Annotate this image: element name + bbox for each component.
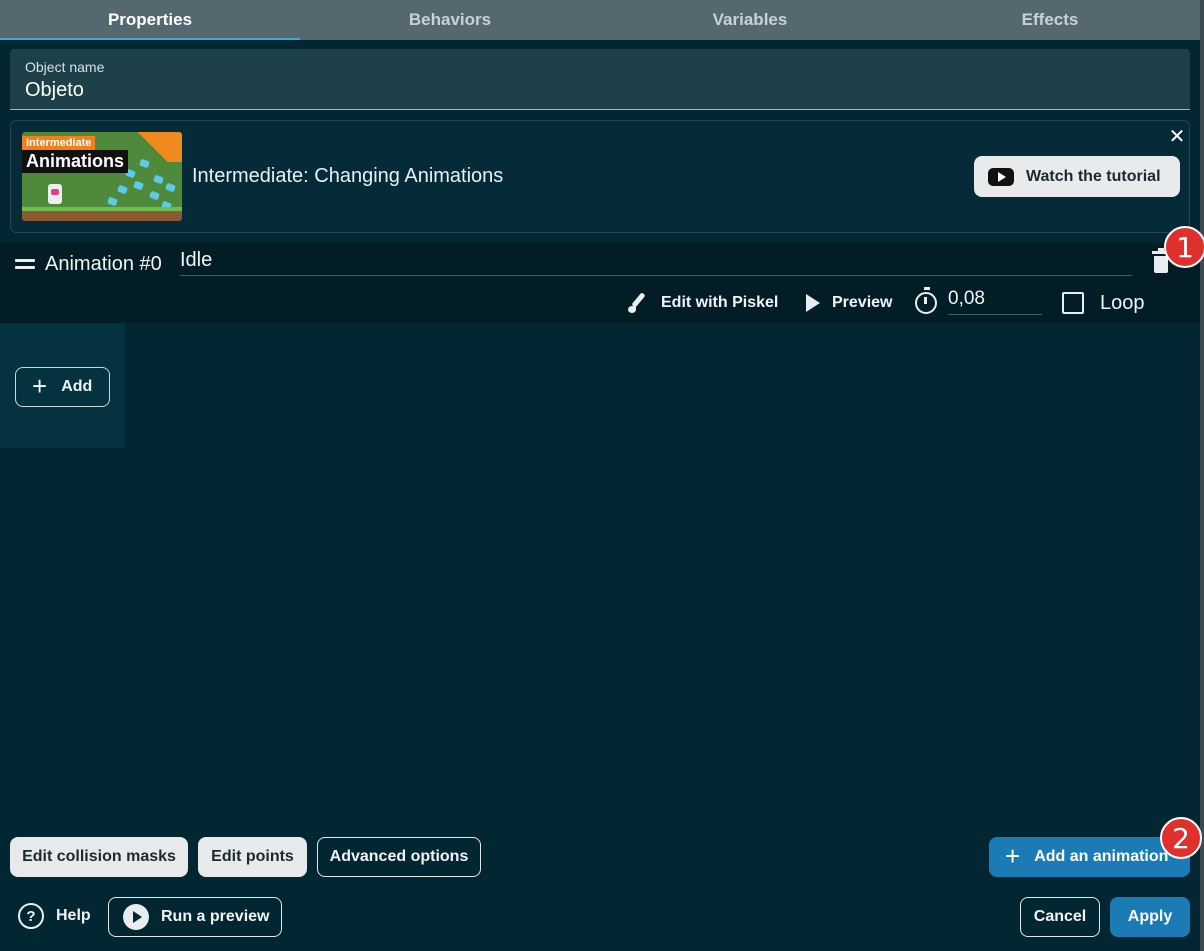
preview-label: Preview: [832, 294, 893, 311]
tab-effects[interactable]: Effects: [900, 0, 1200, 40]
run-preview-label: Run a preview: [161, 908, 270, 925]
cancel-label: Cancel: [1033, 908, 1087, 925]
tab-behaviors[interactable]: Behaviors: [300, 0, 600, 40]
youtube-icon: [988, 167, 1014, 186]
edit-with-piskel-label: Edit with Piskel: [661, 294, 779, 311]
run-preview-button[interactable]: Run a preview: [108, 897, 282, 937]
watch-tutorial-label: Watch the tutorial: [1026, 167, 1161, 185]
tab-variables[interactable]: Variables: [600, 0, 900, 40]
thumbnail-tag: Intermediate: [22, 136, 96, 150]
tutorial-thumbnail[interactable]: Intermediate Animations: [22, 132, 182, 221]
tab-behaviors-label: Behaviors: [408, 10, 492, 29]
apply-button[interactable]: Apply: [1110, 897, 1190, 937]
advanced-options-button[interactable]: Advanced options: [317, 837, 481, 877]
edit-with-piskel-button[interactable]: Edit with Piskel: [627, 288, 778, 318]
edit-collision-masks-label: Edit collision masks: [22, 848, 176, 865]
robot-sprite: [48, 184, 62, 204]
tab-properties-label: Properties: [107, 10, 193, 29]
apply-label: Apply: [1127, 908, 1173, 925]
preview-button[interactable]: Preview: [806, 288, 892, 318]
help-label: Help: [56, 907, 91, 924]
object-name-label: Object name: [25, 59, 105, 75]
step-badge-2: 2: [1160, 817, 1202, 859]
play-icon: [806, 294, 820, 312]
close-icon[interactable]: ✕: [1167, 124, 1187, 149]
animation-row: Animation #0 Idle Edit with Piskel Previ…: [0, 243, 1200, 323]
plus-icon: +: [32, 371, 48, 401]
loop-checkbox[interactable]: [1062, 292, 1084, 314]
drag-handle-icon[interactable]: [15, 259, 35, 271]
animation-name-input[interactable]: Idle: [180, 249, 1132, 276]
help-button[interactable]: ? Help: [18, 903, 91, 929]
object-name-input[interactable]: Objeto: [25, 79, 84, 102]
object-name-field[interactable]: Object name Objeto: [10, 49, 1190, 110]
edit-points-button[interactable]: Edit points: [198, 837, 307, 877]
step-badge-1: 1: [1164, 226, 1204, 268]
edit-points-label: Edit points: [211, 848, 294, 865]
add-frame-button[interactable]: + Add: [15, 367, 110, 407]
loop-label: Loop: [1100, 291, 1145, 314]
watch-tutorial-button[interactable]: Watch the tutorial: [974, 156, 1180, 197]
tab-properties[interactable]: Properties: [0, 0, 300, 40]
gdevelop-logo-icon: [138, 132, 182, 162]
loop-toggle[interactable]: Loop: [1062, 288, 1145, 318]
window-edge: [1200, 0, 1204, 951]
tab-effects-label: Effects: [1021, 10, 1079, 29]
play-circle-icon: [123, 904, 149, 930]
advanced-options-label: Advanced options: [329, 848, 469, 865]
add-animation-label: Add an animation: [1034, 848, 1169, 865]
timer-icon: [915, 287, 937, 314]
animation-label: Animation #0: [45, 253, 162, 275]
tutorial-title: Intermediate: Changing Animations: [192, 165, 504, 187]
cancel-button[interactable]: Cancel: [1020, 897, 1100, 937]
tab-bar: Properties Behaviors Variables Effects: [0, 0, 1200, 40]
edit-collision-masks-button[interactable]: Edit collision masks: [10, 837, 188, 877]
brush-icon: [627, 292, 649, 314]
add-frame-label: Add: [61, 378, 93, 395]
timer-icon-wrap: [915, 287, 937, 318]
help-icon: ?: [18, 903, 44, 929]
tab-variables-label: Variables: [712, 10, 788, 29]
animation-speed-input[interactable]: 0,08: [948, 288, 1042, 315]
plus-icon: +: [1005, 841, 1021, 871]
frames-panel: + Add: [0, 323, 125, 448]
tutorial-card: Intermediate Animations Intermediate: Ch…: [10, 120, 1190, 233]
thumbnail-title: Animations: [22, 150, 129, 173]
